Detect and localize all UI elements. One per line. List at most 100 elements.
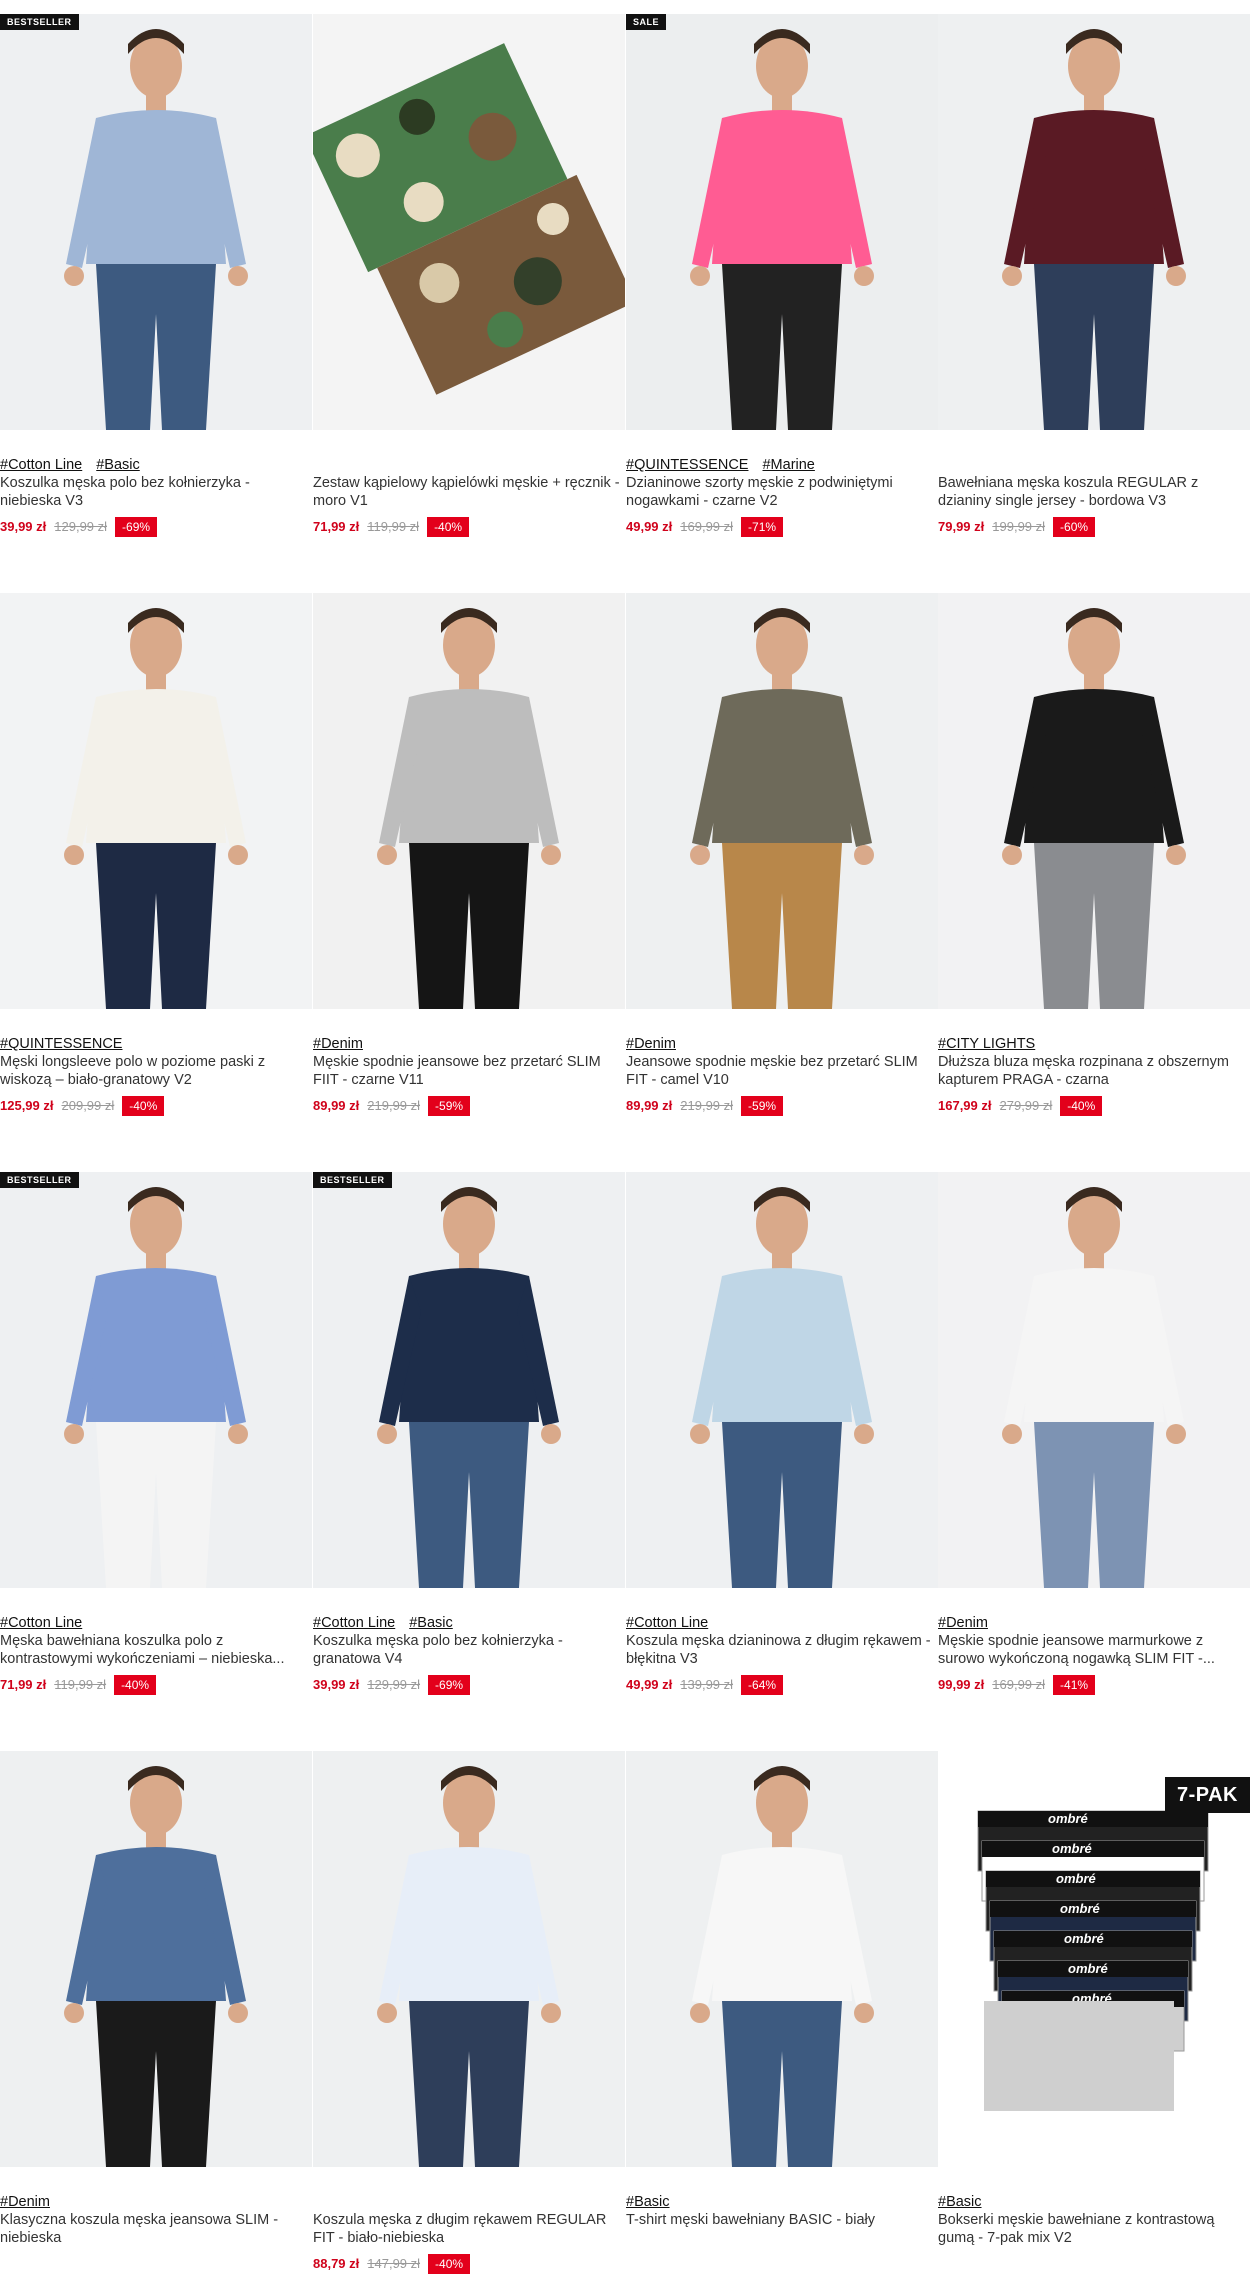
product-card[interactable]: BESTSELLER #Cotton Line #Basic Koszulka męs… [0,14,312,537]
product-image[interactable] [938,1172,1250,1588]
product-card[interactable]: #Denim Męskie spodnie jeansowe marmurkowe… [938,1172,1250,1695]
product-info: #Basic Bokserki męskie bawełniane z kontr… [938,2167,1250,2247]
product-image[interactable] [626,1751,938,2167]
product-card[interactable]: #Denim Jeansowe spodnie męskie bez przeta… [626,593,938,1116]
product-info: #Denim Męskie spodnie jeansowe marmurkowe… [938,1588,1250,1695]
product-title[interactable]: Koszula męska dzianinowa z długim rękawe… [626,1632,938,1668]
product-badge: 7-PAK [1164,1777,1250,1813]
discount-badge: -40% [1060,1096,1103,1116]
original-price: 139,99 zł [680,1677,734,1692]
product-title[interactable]: Koszulka męska polo bez kołnierzyka - gr… [313,1632,625,1668]
product-prices: 167,99 zł 279,99 zł -40% [938,1096,1250,1116]
discount-badge: -59% [428,1096,471,1116]
product-card[interactable]: BESTSELLER #Cotton Line #Basic Koszulka męs… [313,1172,625,1695]
product-title[interactable]: Dłuższa bluza męska rozpinana z obszerny… [938,1053,1250,1089]
product-title[interactable]: Dzianinowe szorty męskie z podwiniętymi … [626,474,938,510]
product-card[interactable]: Bawełniana męska koszula REGULAR z dzian… [938,14,1250,537]
product-card[interactable]: Koszula męska z długim rękawem REGULAR F… [313,1751,625,2274]
product-image[interactable] [938,14,1250,430]
product-photo [938,14,1250,430]
discount-badge: -40% [427,517,470,537]
discount-badge: -40% [428,2254,471,2274]
collection-tag-link[interactable]: #Denim [626,1036,676,1052]
product-image[interactable] [313,1751,625,2167]
collection-tag-link[interactable]: #Cotton Line [626,1615,708,1631]
product-prices: 39,99 zł 129,99 zł -69% [0,517,312,537]
product-title[interactable]: Męskie spodnie jeansowe marmurkowe z sur… [938,1632,1250,1668]
discount-badge: -64% [741,1675,784,1695]
product-card[interactable]: #CITY LIGHTS Dłuższa bluza męska rozpinan… [938,593,1250,1116]
product-title[interactable]: Bawełniana męska koszula REGULAR z dzian… [938,474,1250,510]
product-card[interactable]: BESTSELLER #Cotton Line Męska bawełniana k… [0,1172,312,1695]
collection-tag-link[interactable]: #Basic [96,457,140,473]
collection-tag-link[interactable]: #CITY LIGHTS [938,1036,1035,1052]
product-info: Zestaw kąpielowy kąpielówki męskie + ręc… [313,430,625,537]
product-title[interactable]: T-shirt męski bawełniany BASIC - biały [626,2211,938,2229]
product-card[interactable]: #Denim Klasyczna koszula męska jeansowa S… [0,1751,312,2247]
product-photo [0,1172,312,1588]
product-tags: #Denim [0,2193,312,2211]
product-prices: 71,99 zł 119,99 zł -40% [0,1675,312,1695]
collection-tag-link[interactable]: #Denim [313,1036,363,1052]
sale-price: 99,99 zł [938,1677,985,1692]
product-title[interactable]: Męska bawełniana koszulka polo z kontras… [0,1632,312,1668]
collection-tag-link[interactable]: #Cotton Line [0,457,82,473]
product-image[interactable] [626,593,938,1009]
product-card[interactable]: ombré ombré ombré ombré ombré ombré ombr… [938,1751,1250,2247]
product-info: #CITY LIGHTS Dłuższa bluza męska rozpinan… [938,1009,1250,1116]
product-photo [313,1172,625,1588]
product-image[interactable] [0,593,312,1009]
product-photo [0,1751,312,2167]
product-info: #Cotton Line #Basic Koszulka męska polo be… [313,1588,625,1695]
product-photo [626,593,938,1009]
discount-badge: -41% [1053,1675,1096,1695]
original-price: 169,99 zł [680,519,734,534]
product-title[interactable]: Bokserki męskie bawełniane z kontrastową… [938,2211,1250,2247]
discount-badge: -40% [114,1675,157,1695]
svg-text:ombré: ombré [1052,1841,1092,1856]
product-card[interactable]: #QUINTESSENCE Męski longsleeve polo w poz… [0,593,312,1116]
product-title[interactable]: Klasyczna koszula męska jeansowa SLIM - … [0,2211,312,2247]
original-price: 219,99 zł [680,1098,734,1113]
product-image[interactable] [313,593,625,1009]
product-title[interactable]: Koszula męska z długim rękawem REGULAR F… [313,2211,625,2247]
collection-tag-link[interactable]: #Marine [762,457,814,473]
original-price: 119,99 zł [54,1677,107,1692]
collection-tag-link[interactable]: #Basic [938,2194,982,2210]
product-card[interactable]: Zestaw kąpielowy kąpielówki męskie + ręc… [313,14,625,537]
original-price: 199,99 zł [992,519,1046,534]
collection-tag-link[interactable]: #Basic [626,2194,670,2210]
collection-tag-link[interactable]: #QUINTESSENCE [626,457,748,473]
product-info: #Cotton Line #Basic Koszulka męska polo be… [0,430,312,537]
collection-tag-link[interactable]: #Denim [0,2194,50,2210]
product-image[interactable] [0,1751,312,2167]
product-card[interactable]: #Basic T-shirt męski bawełniany BASIC - b… [626,1751,938,2229]
collection-tag-link[interactable]: #Cotton Line [0,1615,82,1631]
product-card[interactable]: #Denim Męskie spodnie jeansowe bez przeta… [313,593,625,1116]
product-card[interactable]: SALE #QUINTESSENCE #Marine Dzianinowe szort… [626,14,938,537]
product-card[interactable]: #Cotton Line Koszula męska dzianinowa z d… [626,1172,938,1695]
product-image[interactable]: ombré ombré ombré ombré ombré ombré ombr… [938,1751,1250,2167]
product-prices: 71,99 zł 119,99 zł -40% [313,517,625,537]
product-title[interactable]: Koszulka męska polo bez kołnierzyka - ni… [0,474,312,510]
collection-tag-link[interactable]: #QUINTESSENCE [0,1036,122,1052]
product-image[interactable] [313,14,625,430]
product-tags: #Cotton Line [626,1614,938,1632]
product-image[interactable]: BESTSELLER [313,1172,625,1588]
collection-tag-link[interactable]: #Cotton Line [313,1615,395,1631]
product-prices: 88,79 zł 147,99 zł -40% [313,2254,625,2274]
product-title[interactable]: Zestaw kąpielowy kąpielówki męskie + ręc… [313,474,625,510]
product-tags [313,456,625,474]
product-badge: BESTSELLER [313,1172,392,1188]
product-tags: #Cotton Line [0,1614,312,1632]
collection-tag-link[interactable]: #Basic [409,1615,453,1631]
collection-tag-link[interactable]: #Denim [938,1615,988,1631]
product-image[interactable] [938,593,1250,1009]
product-image[interactable]: BESTSELLER [0,1172,312,1588]
product-image[interactable]: BESTSELLER [0,14,312,430]
product-title[interactable]: Męskie spodnie jeansowe bez przetarć SLI… [313,1053,625,1089]
product-title[interactable]: Jeansowe spodnie męskie bez przetarć SLI… [626,1053,938,1089]
product-image[interactable]: SALE [626,14,938,430]
product-title[interactable]: Męski longsleeve polo w poziome paski z … [0,1053,312,1089]
product-image[interactable] [626,1172,938,1588]
